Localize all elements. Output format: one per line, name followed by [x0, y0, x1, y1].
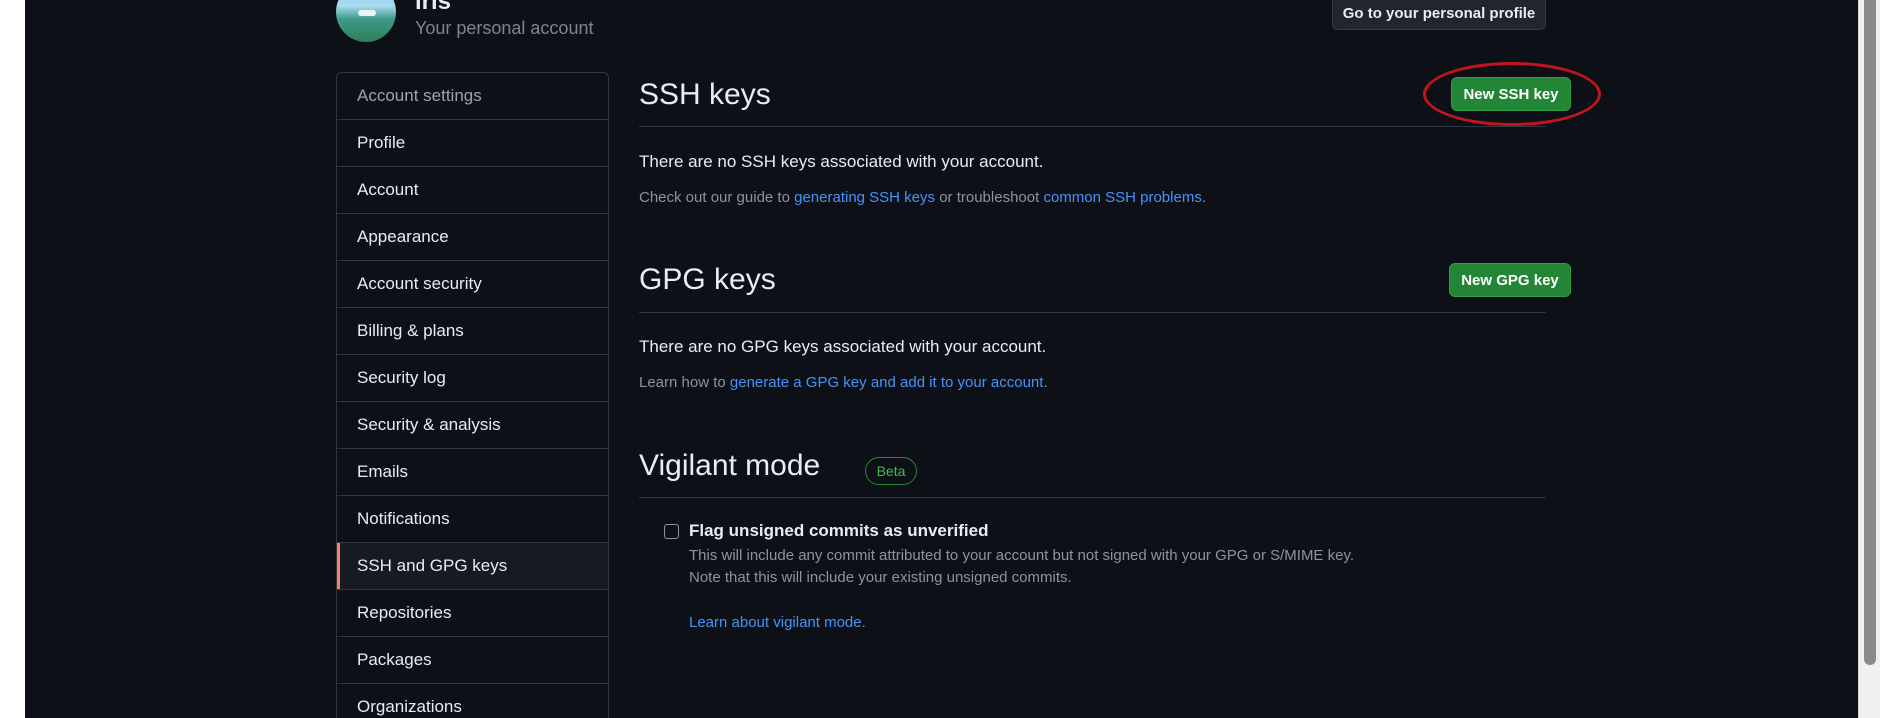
vigilant-mode-title: Vigilant mode — [639, 449, 821, 482]
ssh-guide-text: Check out our guide to generating SSH ke… — [639, 189, 1206, 206]
sidebar-item-ssh-gpg-keys[interactable]: SSH and GPG keys — [337, 543, 608, 590]
sidebar-item-account[interactable]: Account — [337, 167, 608, 214]
sidebar-item-notifications[interactable]: Notifications — [337, 496, 608, 543]
page-scrollbar[interactable] — [1858, 0, 1880, 718]
scrollbar-thumb[interactable] — [1864, 0, 1876, 665]
gpg-divider — [639, 312, 1546, 313]
gpg-learn-end: . — [1043, 374, 1048, 391]
sidebar-item-security-analysis[interactable]: Security & analysis — [337, 402, 608, 449]
vigilant-description-line1: This will include any commit attributed … — [689, 547, 1355, 564]
new-gpg-key-button[interactable]: New GPG key — [1449, 263, 1571, 297]
gpg-learn-text: Learn how to generate a GPG key and add … — [639, 374, 1048, 391]
common-ssh-problems-link[interactable]: common SSH problems — [1043, 189, 1201, 206]
ssh-divider — [639, 126, 1546, 127]
gpg-keys-title: GPG keys — [639, 263, 776, 296]
sidebar-item-security-log[interactable]: Security log — [337, 355, 608, 402]
vigilant-description-line2: Note that this will include your existin… — [689, 569, 1072, 586]
flag-unsigned-commits-checkbox[interactable] — [664, 524, 679, 539]
sidebar-item-appearance[interactable]: Appearance — [337, 214, 608, 261]
generate-gpg-key-link[interactable]: generate a GPG key and add it to your ac… — [730, 374, 1044, 391]
gpg-learn-prefix: Learn how to — [639, 374, 730, 391]
sidebar-heading: Account settings — [337, 73, 608, 120]
settings-sidebar: Account settings Profile Account Appeara… — [336, 72, 609, 718]
ssh-keys-title: SSH keys — [639, 78, 771, 111]
sidebar-item-packages[interactable]: Packages — [337, 637, 608, 684]
generating-ssh-keys-link[interactable]: generating SSH keys — [794, 189, 935, 206]
ssh-guide-end: . — [1201, 189, 1206, 206]
sidebar-item-organizations[interactable]: Organizations — [337, 684, 608, 718]
sidebar-item-profile[interactable]: Profile — [337, 120, 608, 167]
ssh-guide-prefix: Check out our guide to — [639, 189, 795, 206]
sidebar-item-emails[interactable]: Emails — [337, 449, 608, 496]
ssh-guide-mid: or troubleshoot — [935, 189, 1044, 206]
go-to-profile-button[interactable]: Go to your personal profile — [1332, 0, 1546, 30]
gpg-empty-message: There are no GPG keys associated with yo… — [639, 337, 1047, 356]
ssh-empty-message: There are no SSH keys associated with yo… — [639, 152, 1044, 171]
vigilant-divider — [639, 497, 1546, 498]
account-type-label: Your personal account — [415, 18, 594, 38]
sidebar-item-account-security[interactable]: Account security — [337, 261, 608, 308]
beta-badge: Beta — [865, 457, 917, 485]
sidebar-item-repositories[interactable]: Repositories — [337, 590, 608, 637]
flag-unsigned-commits-label[interactable]: Flag unsigned commits as unverified — [689, 521, 988, 541]
learn-vigilant-mode-link[interactable]: Learn about vigilant mode. — [689, 614, 866, 631]
browser-viewport: iris Your personal account Go to your pe… — [25, 0, 1860, 718]
avatar[interactable] — [336, 0, 396, 42]
new-ssh-key-button[interactable]: New SSH key — [1451, 77, 1571, 111]
user-name: iris — [415, 0, 452, 15]
sidebar-item-billing[interactable]: Billing & plans — [337, 308, 608, 355]
